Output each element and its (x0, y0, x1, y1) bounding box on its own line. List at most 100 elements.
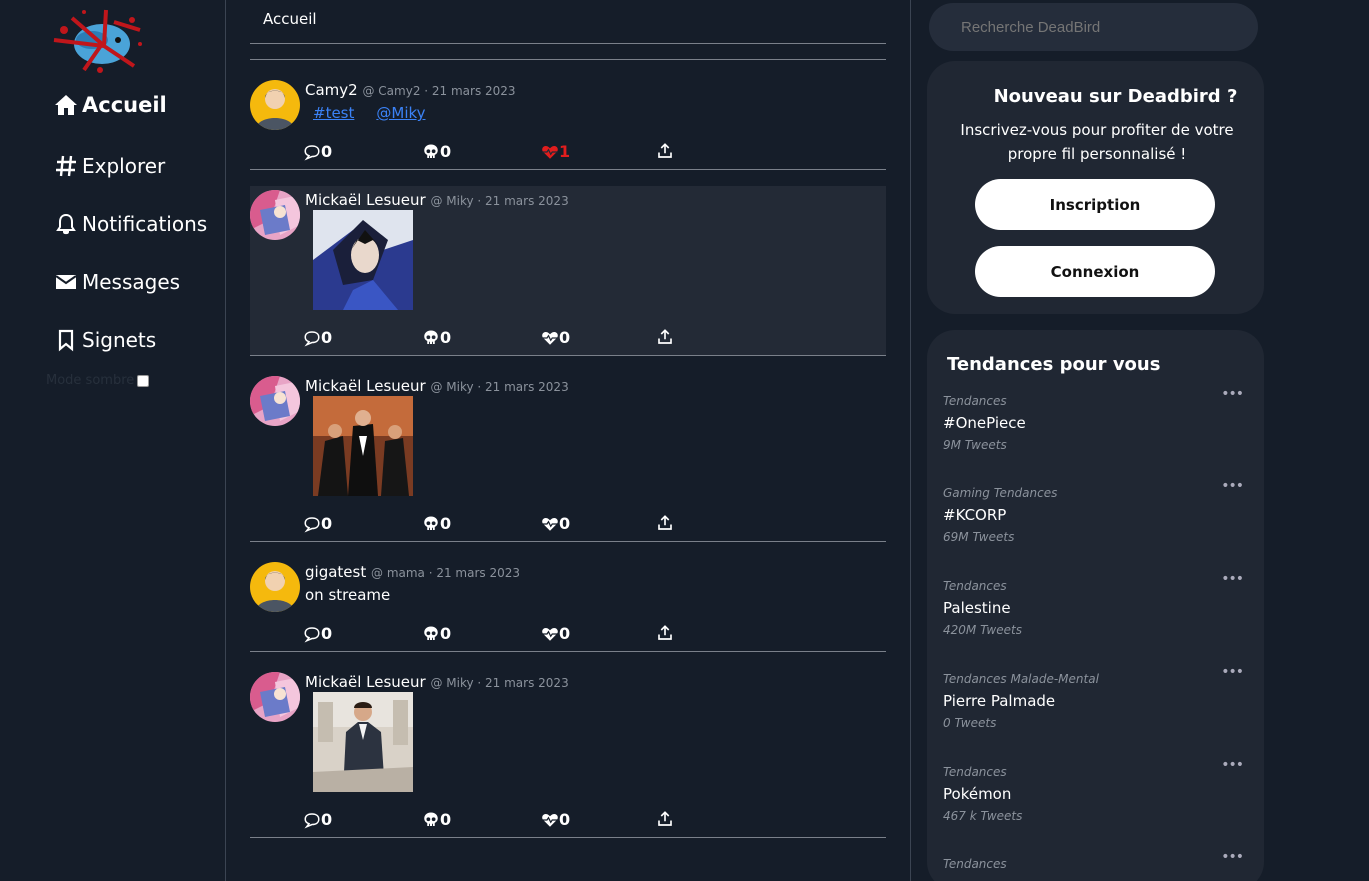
heartbeat-icon (542, 517, 558, 531)
trend-item[interactable]: Tendances ••• (943, 849, 1253, 871)
more-options-icon[interactable]: ••• (1221, 664, 1244, 680)
comment-icon (304, 144, 320, 161)
signup-card: Nouveau sur Deadbird ? Inscrivez-vous po… (927, 61, 1264, 314)
search-input[interactable] (929, 3, 1258, 51)
dislike-button[interactable]: 0 (422, 810, 451, 829)
sidebar: Accueil Explorer Notifications Messages … (0, 0, 226, 881)
comment-button[interactable]: 0 (303, 514, 332, 533)
comment-button[interactable]: 0 (303, 624, 332, 643)
trend-count: 9M Tweets (943, 438, 1007, 452)
tweet[interactable]: Camy2 @ Camy2 · 21 mars 2023 #test @Miky … (250, 60, 886, 170)
more-options-icon[interactable]: ••• (1221, 478, 1244, 494)
feed: Accueil Camy2 @ Camy2 · 21 mars 2023 #te… (250, 0, 886, 838)
dark-mode-toggle[interactable]: Mode sombre (46, 373, 150, 388)
heartbeat-icon (542, 331, 558, 345)
share-button[interactable] (656, 514, 674, 532)
tweet-author-name[interactable]: Mickaël Lesueur (305, 191, 426, 209)
divider (910, 0, 911, 881)
tweet[interactable]: Mickaël Lesueur @ Miky · 21 mars 2023 0 … (250, 356, 886, 542)
comment-button[interactable]: 0 (303, 142, 332, 161)
nav-messages[interactable]: Messages (54, 270, 180, 294)
home-icon (55, 95, 77, 115)
like-button[interactable]: 0 (541, 810, 570, 829)
more-options-icon[interactable]: ••• (1221, 386, 1244, 402)
tweet[interactable]: Mickaël Lesueur @ Miky · 21 mars 2023 0 … (250, 186, 886, 356)
login-button[interactable]: Connexion (975, 246, 1215, 297)
comment-icon (304, 330, 320, 347)
dislike-button[interactable]: 0 (422, 514, 451, 533)
tweet-meta: @ Camy2 · 21 mars 2023 (362, 84, 516, 98)
nav-signets[interactable]: Signets (54, 328, 156, 352)
tweet-meta: @ Miky · 21 mars 2023 (430, 194, 569, 208)
tweet[interactable]: Mickaël Lesueur @ Miky · 21 mars 2023 0 … (250, 652, 886, 838)
nav-accueil[interactable]: Accueil (54, 93, 167, 117)
avatar[interactable] (250, 190, 300, 240)
trend-item[interactable]: Tendances #OnePiece 9M Tweets ••• (943, 386, 1253, 452)
tweet[interactable]: gigatest @ mama · 21 mars 2023 on stream… (250, 542, 886, 652)
comment-button[interactable]: 0 (303, 810, 332, 829)
more-options-icon[interactable]: ••• (1221, 849, 1244, 865)
mention-link[interactable]: @Miky (376, 104, 425, 122)
hash-icon (56, 155, 76, 177)
nav-notifications[interactable]: Notifications (54, 212, 207, 236)
comment-button[interactable]: 0 (303, 328, 332, 347)
tweet-image[interactable] (313, 210, 413, 310)
tweet-image[interactable] (313, 396, 413, 496)
trend-item[interactable]: Tendances Pokémon 467 k Tweets ••• (943, 757, 1253, 823)
comment-icon (304, 626, 320, 643)
trend-category: Tendances (943, 394, 1007, 408)
trend-category: Tendances (943, 857, 1007, 871)
avatar[interactable] (250, 672, 300, 722)
like-button[interactable]: 1 (541, 142, 570, 161)
comment-count: 0 (321, 810, 333, 829)
tweet-author-name[interactable]: Camy2 (305, 81, 358, 99)
tweet-actions: 0 0 0 (303, 624, 683, 646)
more-options-icon[interactable]: ••• (1221, 571, 1244, 587)
dark-mode-checkbox[interactable] (137, 374, 150, 387)
like-button[interactable]: 0 (541, 514, 570, 533)
tweet-actions: 0 0 0 (303, 810, 683, 832)
share-button[interactable] (656, 624, 674, 642)
like-button[interactable]: 0 (541, 624, 570, 643)
tweet-meta: @ mama · 21 mars 2023 (371, 566, 521, 580)
trend-item[interactable]: Tendances Malade-Mental Pierre Palmade 0… (943, 664, 1253, 730)
trend-name: Pierre Palmade (943, 692, 1056, 710)
trend-count: 420M Tweets (943, 623, 1022, 637)
tweet-author-name[interactable]: Mickaël Lesueur (305, 377, 426, 395)
page-title: Accueil (263, 10, 317, 28)
like-count: 0 (559, 810, 571, 829)
dislike-count: 0 (440, 624, 452, 643)
signup-title: Nouveau sur Deadbird ? (993, 86, 1238, 107)
tweet-author-name[interactable]: gigatest (305, 563, 366, 581)
more-options-icon[interactable]: ••• (1221, 757, 1244, 773)
deadbird-logo[interactable] (44, 0, 148, 76)
trend-name: #KCORP (943, 506, 1007, 524)
avatar[interactable] (250, 562, 300, 612)
nav-signets-label: Signets (82, 328, 157, 352)
comment-count: 0 (321, 624, 333, 643)
avatar[interactable] (250, 376, 300, 426)
trend-item[interactable]: Gaming Tendances #KCORP 69M Tweets ••• (943, 478, 1253, 544)
comment-count: 0 (321, 514, 333, 533)
dislike-button[interactable]: 0 (422, 328, 451, 347)
share-button[interactable] (656, 142, 674, 160)
signup-text: Inscrivez-vous pour profiter de votre pr… (960, 121, 1234, 163)
trend-item[interactable]: Tendances Palestine 420M Tweets ••• (943, 571, 1253, 637)
nav-accueil-label: Accueil (82, 93, 167, 117)
trends-card: Tendances pour vous Tendances #OnePiece … (927, 330, 1264, 881)
tweet-image[interactable] (313, 692, 413, 792)
avatar[interactable] (250, 80, 300, 130)
nav-explorer[interactable]: Explorer (54, 154, 165, 178)
share-icon (658, 143, 672, 158)
tweet-actions: 0 0 0 (303, 514, 683, 536)
like-button[interactable]: 0 (541, 328, 570, 347)
dislike-button[interactable]: 0 (422, 624, 451, 643)
dislike-button[interactable]: 0 (422, 142, 451, 161)
skull-icon (424, 812, 438, 826)
skull-icon (424, 516, 438, 530)
share-button[interactable] (656, 328, 674, 346)
hashtag-link[interactable]: #test (313, 104, 354, 122)
share-button[interactable] (656, 810, 674, 828)
tweet-author-name[interactable]: Mickaël Lesueur (305, 673, 426, 691)
register-button[interactable]: Inscription (975, 179, 1215, 230)
